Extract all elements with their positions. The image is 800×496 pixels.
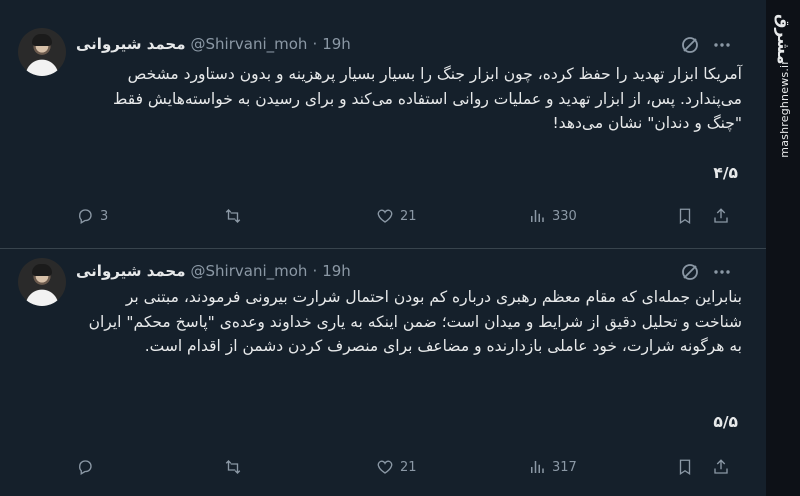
separator-dot: ·	[312, 35, 318, 53]
thread-counter: ۵/۵	[713, 413, 738, 431]
views-icon	[531, 461, 544, 473]
views-icon	[531, 210, 544, 222]
author-handle[interactable]: @Shirvani_moh	[191, 35, 308, 53]
author-name[interactable]: محمد شیروانی	[76, 35, 186, 53]
tweet-actions: 21 317	[76, 456, 742, 478]
like-count: 21	[400, 208, 417, 224]
like-button[interactable]: 21	[376, 205, 417, 227]
tweet-actions: 3 21 330	[76, 205, 742, 227]
retweet-icon	[225, 209, 241, 223]
share-button[interactable]	[712, 456, 730, 478]
views-button[interactable]: 330	[528, 205, 577, 227]
retweet-button[interactable]	[224, 456, 248, 478]
heart-icon	[377, 460, 393, 474]
views-count: 317	[552, 459, 577, 475]
more-icon[interactable]	[712, 262, 732, 282]
bookmark-button[interactable]	[676, 456, 694, 478]
retweet-button[interactable]	[224, 205, 248, 227]
share-icon	[714, 459, 728, 474]
views-button[interactable]: 317	[528, 456, 577, 478]
bookmark-icon	[679, 208, 691, 225]
tweet[interactable]: محمد شیروانی @Shirvani_moh · 19h آمریکا …	[0, 0, 766, 249]
author-handle[interactable]: @Shirvani_moh	[191, 262, 308, 280]
reply-count: 3	[100, 208, 109, 224]
avatar[interactable]	[18, 258, 66, 306]
reply-icon	[79, 209, 92, 224]
thread-counter: ۴/۵	[713, 164, 738, 182]
watermark-logo: مشرق	[774, 14, 793, 65]
tweet[interactable]: محمد شیروانی @Shirvani_moh · 19h بنابرای…	[0, 249, 766, 496]
tweet-text: آمریکا ابزار تهدید را حفظ کرده، چون ابزا…	[113, 65, 742, 132]
tweet-header: محمد شیروانی @Shirvani_moh · 19h	[76, 34, 351, 54]
separator-dot: ·	[312, 262, 318, 280]
timestamp[interactable]: 19h	[322, 35, 351, 53]
reply-button[interactable]	[76, 456, 100, 478]
tweet-header: محمد شیروانی @Shirvani_moh · 19h	[76, 261, 351, 281]
author-name[interactable]: محمد شیروانی	[76, 262, 186, 280]
reply-button[interactable]: 3	[76, 205, 108, 227]
reply-icon	[79, 460, 92, 475]
watermark-strip: مشرق mashreghnews.ir	[766, 0, 800, 496]
bookmark-button[interactable]	[676, 205, 694, 227]
heart-icon	[377, 209, 393, 223]
more-icon[interactable]	[712, 35, 732, 55]
share-button[interactable]	[712, 205, 730, 227]
bookmark-icon	[679, 459, 691, 476]
avatar[interactable]	[18, 28, 66, 76]
grok-icon[interactable]	[680, 35, 700, 55]
views-count: 330	[552, 208, 577, 224]
share-icon	[714, 208, 728, 223]
timestamp[interactable]: 19h	[322, 262, 351, 280]
like-button[interactable]: 21	[376, 456, 417, 478]
watermark-url: mashreghnews.ir	[778, 60, 791, 158]
like-count: 21	[400, 459, 417, 475]
tweet-text: بنابراین جمله‌ای که مقام معظم رهبری دربا…	[88, 288, 742, 355]
grok-icon[interactable]	[680, 262, 700, 282]
retweet-icon	[225, 460, 241, 474]
